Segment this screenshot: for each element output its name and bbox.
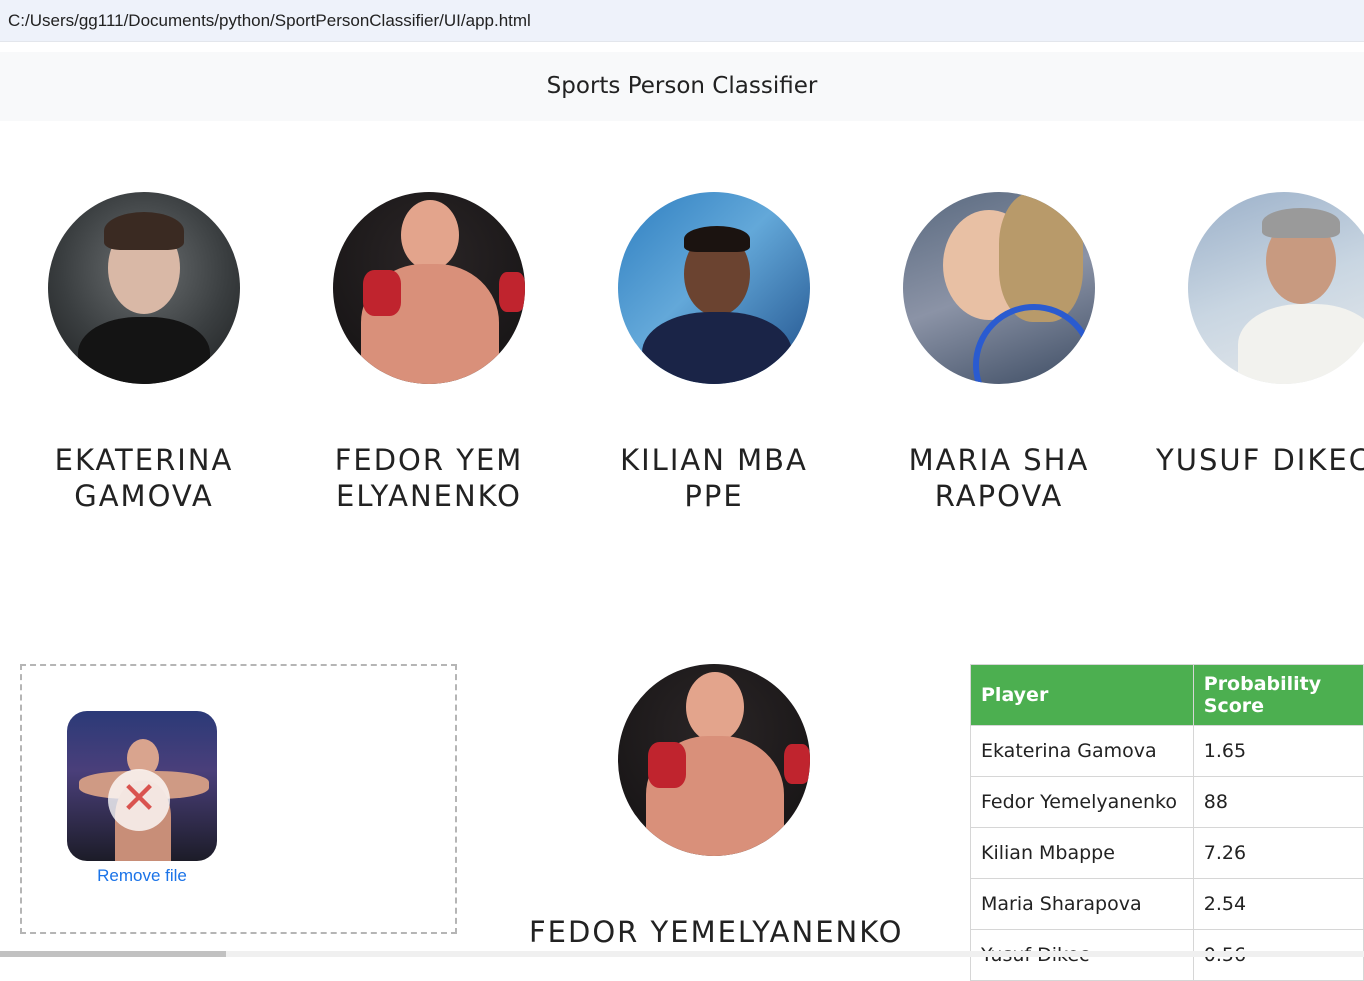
player-photo-fedor — [333, 192, 525, 384]
score-cell: 1.65 — [1192, 725, 1364, 777]
app-title: Sports Person Classifier — [546, 73, 818, 99]
table-row: Kilian Mbappe 7.26 — [970, 827, 1364, 879]
result-player-name: FEDOR YEMELYANENKO — [529, 915, 904, 949]
score-cell: 7.26 — [1192, 827, 1364, 879]
close-icon[interactable]: ✕ — [108, 769, 170, 831]
score-cell: 2.54 — [1192, 878, 1364, 930]
uploaded-image-thumbnail: ✕ — [67, 711, 217, 861]
upload-dropzone[interactable]: ✕ Remove file — [20, 664, 457, 934]
player-cell: Ekaterina Gamova — [970, 725, 1194, 777]
probability-table: Player Probability Score Ekaterina Gamov… — [970, 664, 1364, 981]
player-card-gamova: EKATERINA GAMOVA — [19, 192, 269, 514]
table-header-row: Player Probability Score — [970, 664, 1364, 726]
player-name: KILIAN MBAPPE — [620, 443, 808, 513]
player-cell: Maria Sharapova — [970, 878, 1194, 930]
navbar: Sports Person Classifier — [0, 52, 1364, 121]
player-card-sharapova: MARIA SHARAPOVA — [874, 192, 1124, 514]
horizontal-scrollbar[interactable] — [0, 951, 1364, 957]
player-card-fedor: FEDOR YEMELYANENKO — [304, 192, 554, 514]
result-photo — [618, 664, 810, 856]
url-text[interactable]: C:/Users/gg111/Documents/python/SportPer… — [8, 11, 531, 31]
player-photo-gamova — [48, 192, 240, 384]
table-row: Fedor Yemelyanenko 88 — [970, 776, 1364, 828]
player-card-mbappe: KILIAN MBAPPE — [589, 192, 839, 514]
player-name: EKATERINA GAMOVA — [54, 443, 234, 513]
address-bar[interactable]: C:/Users/gg111/Documents/python/SportPer… — [0, 0, 1364, 42]
table-row: Ekaterina Gamova 1.65 — [970, 725, 1364, 777]
player-name: FEDOR YEMELYANENKO — [334, 443, 524, 513]
player-name: MARIA SHARAPOVA — [908, 443, 1090, 513]
player-photo-sharapova — [903, 192, 1095, 384]
player-name: YUSUF DIKEC — [1156, 443, 1364, 477]
player-cell: Fedor Yemelyanenko — [970, 776, 1194, 828]
player-photo-mbappe — [618, 192, 810, 384]
table-row: Maria Sharapova 2.54 — [970, 878, 1364, 930]
scrollbar-thumb[interactable] — [0, 951, 226, 957]
column-header-probability: Probability Score — [1192, 664, 1364, 726]
player-card-dikec: YUSUF DIKEC — [1156, 192, 1364, 478]
column-header-player: Player — [970, 664, 1194, 726]
player-photo-dikec — [1188, 192, 1364, 384]
remove-file-link[interactable]: Remove file — [67, 866, 217, 886]
classification-result: FEDOR YEMELYANENKO — [529, 664, 901, 949]
score-cell: 88 — [1192, 776, 1364, 828]
player-cell: Kilian Mbappe — [970, 827, 1194, 879]
